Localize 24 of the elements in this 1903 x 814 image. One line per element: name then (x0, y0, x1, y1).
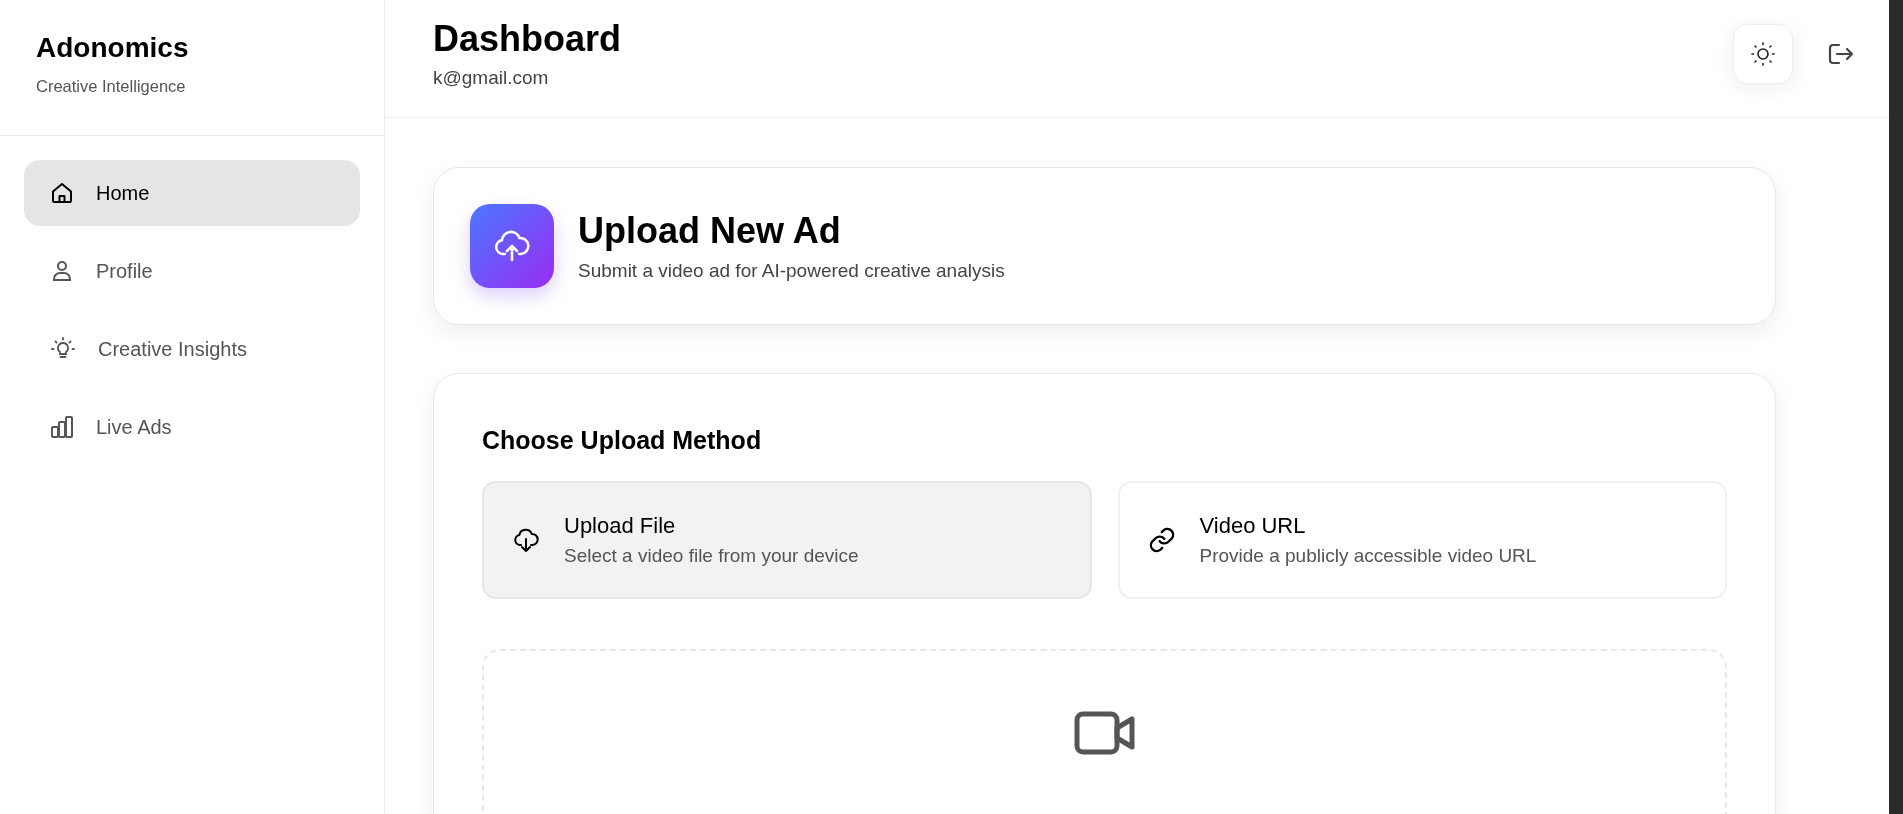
brand-tagline: Creative Intelligence (36, 77, 187, 96)
scrollbar[interactable] (1889, 0, 1903, 814)
video-camera-icon (1073, 711, 1136, 755)
nav-item[interactable]: Profile (24, 238, 360, 304)
brand-name: Adonomics (36, 32, 190, 64)
home-icon (50, 181, 74, 205)
user-email: k@gmail.com (433, 67, 550, 89)
cloud-download-icon (512, 526, 540, 554)
theme-toggle-button[interactable] (1733, 24, 1793, 84)
page-title: Dashboard (433, 18, 622, 60)
person-icon (50, 259, 74, 283)
method-option[interactable]: Upload File Select a video file from your device (482, 481, 1092, 599)
sun-icon (1750, 41, 1776, 67)
nav-item[interactable]: Live Ads (24, 394, 360, 460)
section-heading: Choose Upload Method (482, 426, 763, 455)
link-icon (1147, 526, 1176, 554)
bar-chart-icon (50, 415, 74, 439)
nav-item[interactable]: Home (24, 160, 360, 226)
logout-icon (1827, 42, 1855, 66)
method-option[interactable]: Video URL Provide a publicly accessible video URL (1117, 481, 1727, 599)
nav-item[interactable]: Creative Insights (24, 316, 360, 382)
cloud-upload-icon (470, 204, 554, 288)
card-title: Upload New Ad (578, 210, 842, 252)
card-subtitle: Submit a video ad for AI-powered creative analysis (578, 260, 1005, 282)
